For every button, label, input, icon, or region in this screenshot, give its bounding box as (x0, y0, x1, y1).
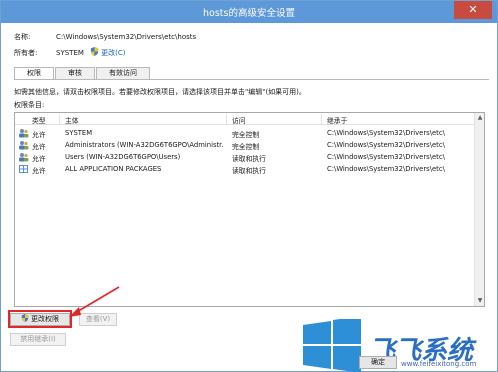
table-row[interactable]: 允许 Administrators (WIN-A32DG6T6GPO\Admin… (15, 139, 484, 151)
disable-inheritance-button[interactable]: 禁用继承(I) (10, 333, 66, 346)
entry-principal: SYSTEM (65, 129, 93, 137)
name-row: 名称: C:\Windows\System32\Drivers\etc\hosts (14, 32, 196, 42)
vertical-scrollbar[interactable]: ▲ ▼ (474, 113, 484, 306)
list-header: 类型 主体 访问 继承于 (15, 113, 484, 125)
column-access[interactable]: 访问 (232, 115, 246, 125)
entry-type: 允许 (32, 167, 46, 175)
entry-access: 完全控制 (232, 143, 260, 151)
column-type[interactable]: 类型 (32, 115, 46, 125)
arrow-annotation-icon (69, 286, 120, 317)
column-inherited-from[interactable]: 继承于 (327, 115, 347, 125)
close-button[interactable]: ✕ (454, 1, 492, 19)
user-group-icon (19, 153, 29, 162)
permission-entries-list[interactable]: 类型 主体 访问 继承于 允许 SYSTEM 完全控制 C:\Windows\S… (14, 112, 485, 307)
change-owner-link[interactable]: 更改(C) (101, 49, 125, 57)
entry-access: 读取和执行 (232, 167, 266, 175)
name-label: 名称: (14, 33, 31, 41)
uac-shield-icon (91, 47, 99, 56)
entry-inherited-from: C:\Windows\System32\Drivers\etc\ (327, 165, 445, 173)
watermark-url: www.feifeixitong.com (401, 360, 477, 368)
security-settings-window: hosts的高级安全设置 ✕ 名称: C:\Windows\System32\Dr… (0, 0, 498, 372)
table-row[interactable]: 允许 ALL APPLICATION PACKAGES 读取和执行 C:\Win… (15, 163, 484, 175)
owner-value: SYSTEM (56, 49, 84, 57)
column-divider (226, 114, 227, 124)
window-title: hosts的高级安全设置 (203, 8, 295, 19)
entry-inherited-from: C:\Windows\System32\Drivers\etc\ (327, 141, 445, 149)
entry-principal: ALL APPLICATION PACKAGES (65, 165, 162, 173)
tab-auditing[interactable]: 审核 (55, 67, 95, 79)
tab-panel-border (14, 79, 489, 80)
owner-label: 所有者: (14, 49, 38, 57)
tab-effective-access[interactable]: 有效访问 (96, 67, 150, 79)
ok-button[interactable]: 确定 (359, 356, 397, 369)
entry-inherited-from: C:\Windows\System32\Drivers\etc\ (327, 153, 445, 161)
entry-type: 允许 (32, 155, 46, 163)
entry-access: 完全控制 (232, 131, 260, 139)
table-row[interactable]: 允许 Users (WIN-A32DG6T6GPO\Users) 读取和执行 C… (15, 151, 484, 163)
entry-type: 允许 (32, 131, 46, 139)
entry-type: 允许 (32, 143, 46, 151)
entry-inherited-from: C:\Windows\System32\Drivers\etc\ (327, 129, 445, 137)
owner-row: 所有者: SYSTEM 更改(C) (14, 47, 126, 58)
user-group-icon (19, 141, 29, 150)
entry-principal: Administrators (WIN-A32DG6T6GPO\Administ… (65, 141, 223, 149)
close-icon: ✕ (468, 3, 478, 16)
entry-principal: Users (WIN-A32DG6T6GPO\Users) (65, 153, 181, 161)
scroll-up-icon[interactable]: ▲ (475, 113, 485, 123)
scroll-down-icon[interactable]: ▼ (475, 296, 485, 306)
table-row[interactable]: 允许 SYSTEM 完全控制 C:\Windows\System32\Drive… (15, 127, 484, 139)
column-divider (59, 114, 60, 124)
title-bar[interactable]: hosts的高级安全设置 ✕ (1, 1, 497, 23)
file-path: C:\Windows\System32\Drivers\etc\hosts (56, 33, 197, 41)
packages-icon (19, 165, 28, 173)
entries-label: 权限条目: (14, 101, 45, 109)
instruction-text: 如需其他信息，请双击权限项目。若要修改权限项目，请选择该项目并单击"编辑"(如果… (14, 88, 306, 96)
column-principal[interactable]: 主体 (65, 115, 79, 125)
entry-access: 读取和执行 (232, 155, 266, 163)
column-divider (321, 114, 322, 124)
user-group-icon (19, 129, 29, 138)
